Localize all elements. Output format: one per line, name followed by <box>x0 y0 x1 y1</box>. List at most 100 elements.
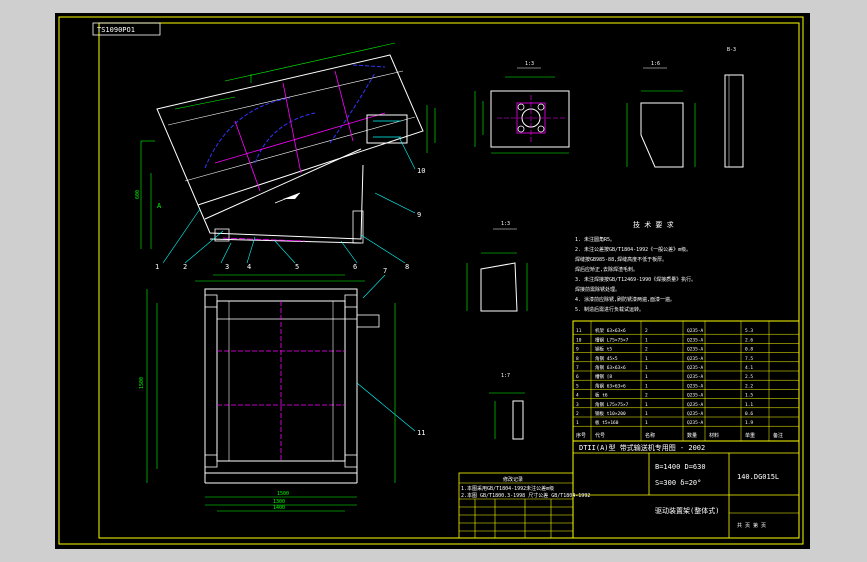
parts-cell: Q235-A <box>687 328 704 334</box>
tech-requirements: 技 术 要 求 1. 未注圆角R5。 2. 未注公差按GB/T1804-1992… <box>575 220 696 313</box>
detail-view-3: 1:3 <box>466 221 528 312</box>
parts-cell: 1 <box>576 420 579 426</box>
parts-cell: 6 <box>576 374 579 380</box>
parts-cell: Q235-A <box>687 420 704 426</box>
slope-label: A <box>157 202 162 210</box>
parts-cell: 3 <box>576 402 579 408</box>
detail-view-b3: B-3 <box>724 47 744 168</box>
parts-cell: 1.5 <box>745 393 753 399</box>
parts-cell: 2 <box>576 411 579 417</box>
cad-drawing: TS1090PO1 A 1500 1300 1400 1500 600 1 2 … <box>58 16 804 545</box>
plan-view: 1500 1300 1400 1500 600 <box>135 190 396 512</box>
tech-req-line-3: 焊缝按GB985-88,焊缝高度不低于板厚。 <box>575 256 667 263</box>
parts-cell: 槽钢 [8 <box>595 373 612 380</box>
detail-1-label: 1:3 <box>525 61 534 67</box>
parts-cell: 9 <box>576 347 579 353</box>
detail-3-label: 1:3 <box>501 221 510 227</box>
balloon-2: 2 <box>183 263 187 271</box>
parts-cell: 2.5 <box>745 374 753 380</box>
detail-view-2: 1:6 <box>626 61 696 168</box>
title-block: DTII(A)型 带式输送机专用图 - 2002 B=1400 D=630 S=… <box>572 440 800 539</box>
parts-hdr-note: 备注 <box>773 432 783 439</box>
detail-view-1: 1:3 <box>474 61 570 154</box>
dim-side: 1500 <box>139 377 145 389</box>
parts-cell: Q235-A <box>687 402 704 408</box>
parts-cell: Q235-A <box>687 365 704 371</box>
parts-cell: 5.3 <box>745 328 753 334</box>
parts-hdr-weight: 单重 <box>745 432 755 439</box>
parts-cell: Q235-A <box>687 356 704 362</box>
stamp-text: TS1090PO1 <box>97 26 135 34</box>
revision-table: 修改记录 1.本图采用GB/T1804-1992未注公差m级 2.本图 GB/T… <box>458 472 590 539</box>
balloon-6: 6 <box>353 263 357 271</box>
parts-cell: 机架 63×63×6 <box>595 327 626 334</box>
elevation-view: A <box>140 42 436 249</box>
tech-req-line-5: 3. 未注焊接按GB/T12469-1990《焊接质量》执行。 <box>575 276 696 283</box>
parts-cell: 0.6 <box>745 411 753 417</box>
detail-2-label: 1:6 <box>651 61 660 67</box>
parts-cell: 1 <box>645 337 648 343</box>
dim-width: 1500 <box>277 491 289 497</box>
parts-hdr-code: 代号 <box>595 432 605 439</box>
parts-cell: 板 t5×160 <box>595 419 619 426</box>
balloon-1: 1 <box>155 263 159 271</box>
balloon-11: 11 <box>417 429 425 437</box>
balloon-10: 10 <box>417 167 425 175</box>
parts-cell: 8 <box>576 356 579 362</box>
parts-cell: 2 <box>645 328 648 334</box>
detail-view-4: 1:7 <box>489 373 525 440</box>
parts-cell: 11 <box>576 328 582 334</box>
parts-cell: 2.2 <box>745 383 753 389</box>
parts-cell: 角钢 L75×75×7 <box>595 401 629 408</box>
title-name: 驱动装置架(整体式) <box>655 506 719 515</box>
parts-cell: 板 t6 <box>595 392 608 399</box>
parts-cell: 1 <box>645 374 648 380</box>
balloon-7: 7 <box>383 267 387 275</box>
parts-cell: Q235-A <box>687 383 704 389</box>
balloon-8: 8 <box>405 263 409 271</box>
parts-cell: 2 <box>645 393 648 399</box>
parts-cell: Q235-A <box>687 411 704 417</box>
parts-cell: 10 <box>576 337 582 343</box>
parts-cell: 4 <box>576 393 579 399</box>
tech-req-line-4: 焊后应矫正,去除焊渣毛刺。 <box>575 266 638 273</box>
tech-req-line-1: 1. 未注圆角R5。 <box>575 236 615 243</box>
parts-hdr-qty: 数量 <box>687 432 697 439</box>
balloon-4: 4 <box>247 263 251 271</box>
parts-cell: 1 <box>645 411 648 417</box>
parts-cell: 7.5 <box>745 356 753 362</box>
parts-cell: 1 <box>645 365 648 371</box>
parts-list: 11 机架 63×63×6 2 Q235-A 5.310 槽钢 L75×75×7 1 Q235… <box>572 320 800 442</box>
parts-cell: 4.1 <box>745 365 753 371</box>
parts-cell: 1 <box>645 402 648 408</box>
tech-req-line-8: 5. 制造后需进行负载试运转。 <box>575 306 644 313</box>
balloon-9: 9 <box>417 211 421 219</box>
parts-cell: 钢板 t10×200 <box>595 410 626 417</box>
parts-cell: 钢板 t5 <box>595 346 612 353</box>
parts-cell: Q235-A <box>687 374 704 380</box>
parts-cell: 1.1 <box>745 402 753 408</box>
detail-4-label: 1:7 <box>501 373 510 379</box>
parts-cell: 2 <box>645 347 648 353</box>
parts-cell: 5 <box>576 383 579 389</box>
parts-cell: 1 <box>645 383 648 389</box>
balloon-labels: 1 2 3 4 5 6 8 10 9 7 11 <box>155 167 425 437</box>
cad-viewport[interactable]: TS1090PO1 A 1500 1300 1400 1500 600 1 2 … <box>55 13 810 549</box>
tech-req-line-2: 2. 未注公差按GB/T1804-1992《一般公差》m级。 <box>575 246 691 253</box>
tech-req-title: 技 术 要 求 <box>633 220 674 229</box>
title-spec-2: S=300 δ=20° <box>655 479 701 487</box>
tech-req-line-6: 焊接前需除锈处理。 <box>575 286 620 293</box>
parts-cell: 角钢 45×5 <box>595 355 618 362</box>
parts-cell: 1 <box>645 420 648 426</box>
title-line-1: DTII(A)型 带式输送机专用图 - 2002 <box>579 443 705 452</box>
dim-height: 600 <box>135 190 141 199</box>
title-spec-1: B=1400 D=630 <box>655 463 706 471</box>
parts-cell: 槽钢 L75×75×7 <box>595 336 629 343</box>
parts-cell: Q235-A <box>687 337 704 343</box>
parts-cell: 7 <box>576 365 579 371</box>
parts-cell: Q235-A <box>687 347 704 353</box>
parts-cell: 2.6 <box>745 337 753 343</box>
balloon-5: 5 <box>295 263 299 271</box>
balloon-3: 3 <box>225 263 229 271</box>
parts-cell: Q235-A <box>687 393 704 399</box>
